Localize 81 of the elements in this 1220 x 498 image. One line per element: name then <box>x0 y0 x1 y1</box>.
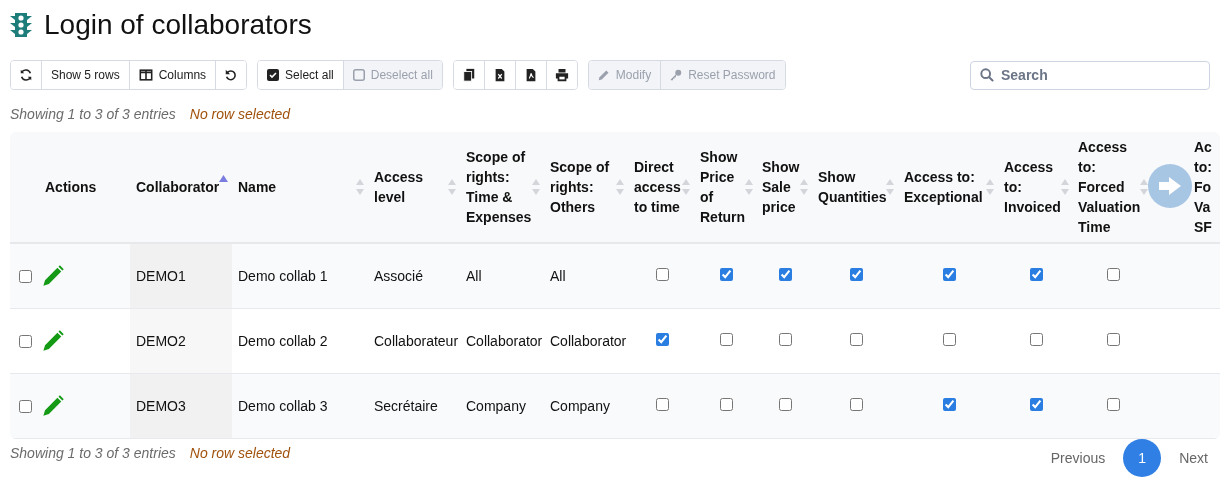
table-cell: Demo collab 3 <box>238 398 328 414</box>
table-checkbox[interactable] <box>942 268 956 281</box>
table-cell: Demo collab 1 <box>238 268 328 284</box>
table-cell: Associé <box>374 268 424 284</box>
table-cell: DEMO1 <box>136 268 186 284</box>
table-checkbox[interactable] <box>719 398 733 411</box>
table-checkbox[interactable] <box>719 268 733 281</box>
search-field[interactable]: Search <box>970 60 1210 90</box>
table-checkbox[interactable] <box>849 398 863 411</box>
table-cell: Secrétaire <box>374 398 438 414</box>
table-cell: Collaborator <box>550 333 627 349</box>
selection-info: No row selected <box>189 106 291 122</box>
previous-link[interactable]: Previous <box>1050 450 1106 466</box>
table-checkbox[interactable] <box>778 398 792 411</box>
table-cell: Company <box>550 398 610 414</box>
table-checkbox[interactable] <box>849 333 863 346</box>
copy-button[interactable] <box>453 61 485 89</box>
next-link[interactable]: Next <box>1179 450 1208 466</box>
column-header[interactable]: Show Price of Return <box>700 147 746 227</box>
column-header[interactable]: Show Quantities <box>818 167 887 207</box>
table-checkbox[interactable] <box>655 268 669 281</box>
table-checkbox[interactable] <box>1106 268 1120 281</box>
selection-info: No row selected <box>189 445 291 461</box>
table-cell: Company <box>466 398 526 414</box>
page-number[interactable]: 1 <box>1123 439 1162 477</box>
table-checkbox[interactable] <box>942 333 956 346</box>
column-header[interactable]: Access to: Invoiced <box>1004 157 1061 217</box>
table-checkbox[interactable] <box>655 333 669 346</box>
table-cell: DEMO3 <box>136 398 186 414</box>
key-icon <box>670 69 683 81</box>
column-header[interactable]: Access level <box>374 167 448 207</box>
table-cell: Demo collab 2 <box>238 333 328 349</box>
table-checkbox[interactable] <box>1029 333 1043 346</box>
table-checkbox[interactable] <box>942 398 956 411</box>
column-header[interactable]: Scope of rights: Time & Expenses <box>466 147 532 227</box>
column-header[interactable]: Collaborator <box>136 177 220 197</box>
table-cell: All <box>466 268 482 284</box>
checkbox-icon <box>267 69 280 81</box>
entries-info: Showing 1 to 3 of 3 entries <box>10 445 176 461</box>
toolbar-button[interactable]: Select all <box>258 61 344 89</box>
column-header[interactable]: Access to: Forced Valuation Time <box>1078 137 1141 237</box>
column-header[interactable]: Direct access to time <box>634 157 682 217</box>
table-cell: All <box>550 268 566 284</box>
column-header[interactable]: Ac to: Fo Va SF <box>1194 137 1216 237</box>
row-checkbox[interactable] <box>19 399 32 413</box>
table-cell: DEMO2 <box>136 333 186 349</box>
table-checkbox[interactable] <box>1029 268 1043 281</box>
table-checkbox[interactable] <box>778 268 792 281</box>
row-checkbox[interactable] <box>19 334 32 348</box>
copy-icon <box>461 68 476 82</box>
table-checkbox[interactable] <box>1106 333 1120 346</box>
edit-pencil-icon[interactable] <box>42 265 64 287</box>
column-header[interactable]: Show Sale price <box>762 157 800 217</box>
arrow-right-icon <box>1159 177 1181 195</box>
table-checkbox[interactable] <box>655 398 669 411</box>
entries-info: Showing 1 to 3 of 3 entries <box>10 106 176 122</box>
edit-pencil-icon[interactable] <box>42 395 64 417</box>
pencil-icon <box>597 69 610 81</box>
column-header[interactable]: Access to: Exceptional <box>904 167 986 207</box>
refresh-icon <box>19 68 33 82</box>
traffic-light-icon <box>10 12 32 38</box>
table-checkbox[interactable] <box>778 333 792 346</box>
search-icon <box>980 67 994 82</box>
row-checkbox[interactable] <box>19 269 32 283</box>
undo-icon <box>224 68 239 82</box>
table-cell: Collaborator <box>466 333 543 349</box>
refresh-button[interactable] <box>11 61 42 89</box>
table-cell: Collaborateur <box>374 333 459 349</box>
table-checkbox[interactable] <box>849 268 863 281</box>
column-header[interactable]: Actions <box>45 177 97 197</box>
column-header[interactable]: Scope of rights: Others <box>550 157 616 217</box>
columns-icon <box>138 68 153 82</box>
table-checkbox[interactable] <box>1029 398 1043 411</box>
table-checkbox[interactable] <box>1106 398 1120 411</box>
column-header[interactable]: Name <box>238 177 277 197</box>
sort-ascending-icon[interactable] <box>219 175 229 182</box>
print-icon <box>554 68 569 82</box>
edit-pencil-icon[interactable] <box>42 330 64 352</box>
table-checkbox[interactable] <box>719 333 733 346</box>
checkbox-icon <box>352 69 365 81</box>
page-title: Login of collaborators <box>44 9 312 41</box>
